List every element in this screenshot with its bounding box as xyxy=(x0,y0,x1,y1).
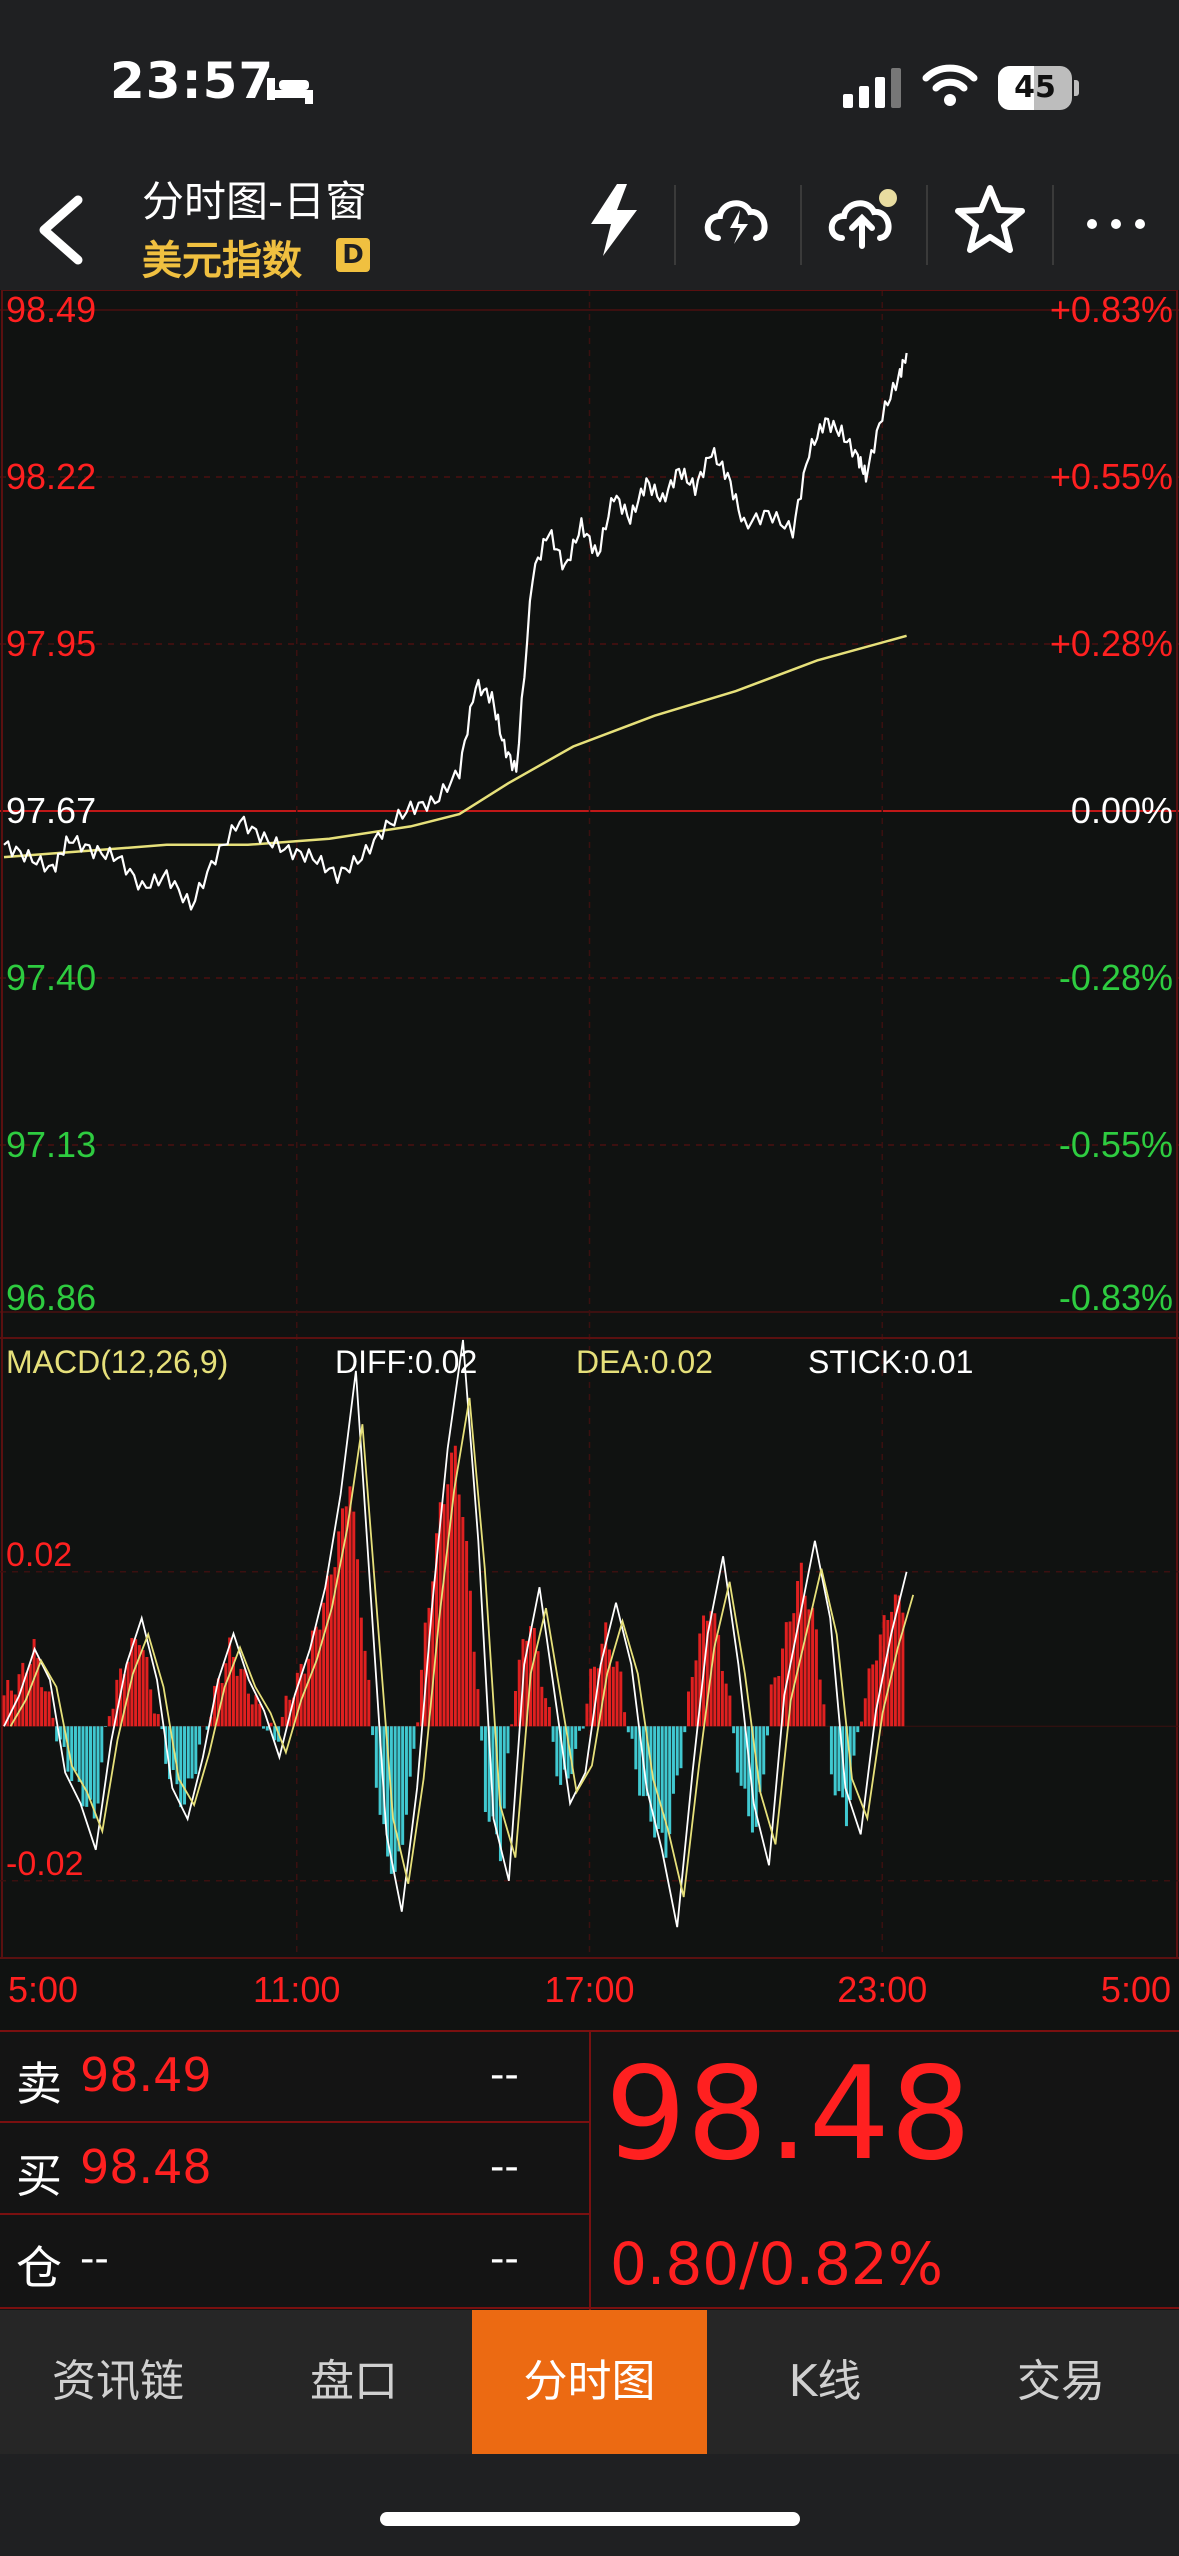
daily-badge: D xyxy=(336,238,370,272)
price-axis-label: 97.95 xyxy=(6,623,96,664)
home-indicator[interactable] xyxy=(380,2512,800,2526)
macd-axis-label: -0.02 xyxy=(6,1845,84,1883)
position-label: 仓 xyxy=(16,2241,62,2295)
macd-header-label: DIFF:0.02 xyxy=(335,1344,477,1380)
page-title: 分时图-日窗 xyxy=(142,177,368,226)
price-axis-label: 98.22 xyxy=(6,456,96,497)
buy-qty: -- xyxy=(490,2144,519,2190)
cloud-sync-icon[interactable] xyxy=(698,180,778,260)
price-change: 0.80/0.82% xyxy=(610,2230,943,2298)
tab-news[interactable]: 资讯链 xyxy=(0,2310,236,2454)
tab-kline[interactable]: K线 xyxy=(707,2310,943,2454)
position-qty: -- xyxy=(490,2236,519,2282)
percent-axis-label: +0.55% xyxy=(1050,456,1173,497)
back-chevron-icon[interactable] xyxy=(30,190,90,270)
time-axis-label: 5:00 xyxy=(1101,1969,1171,2010)
quote-panel: 卖 98.49 -- 买 98.48 -- 仓 -- -- 98.48 0.80… xyxy=(0,2030,1179,2310)
price-axis-label: 98.49 xyxy=(6,290,96,330)
status-time: 23:57 xyxy=(110,52,275,110)
cloud-upload-icon[interactable] xyxy=(822,180,902,260)
sell-price: 98.49 xyxy=(80,2048,212,2102)
percent-axis-label: -0.83% xyxy=(1059,1277,1173,1318)
battery-indicator: 45 xyxy=(998,66,1080,110)
percent-axis-label: +0.83% xyxy=(1050,290,1173,330)
macd-header-label: MACD(12,26,9) xyxy=(6,1344,228,1380)
macd-header-label: DEA:0.02 xyxy=(576,1344,713,1380)
sell-label: 卖 xyxy=(16,2057,62,2111)
time-axis-label: 17:00 xyxy=(544,1969,634,2010)
time-axis-label: 11:00 xyxy=(253,1969,340,2010)
chart-canvas[interactable]: 98.49 +0.83% 98.22 +0.55% 97.95 +0.28% 97.67 0.… xyxy=(0,290,1179,2030)
buy-price: 98.48 xyxy=(80,2140,212,2194)
percent-axis-label: 0.00% xyxy=(1071,790,1173,831)
macd-axis-label: 0.02 xyxy=(6,1536,72,1574)
star-favorite-icon[interactable] xyxy=(950,180,1030,260)
intraday-chart[interactable]: 98.49 +0.83% 98.22 +0.55% 97.95 +0.28% 97.67 0.… xyxy=(0,290,1179,2030)
price-axis-label: 97.67 xyxy=(6,790,96,831)
wifi-icon xyxy=(922,64,978,106)
last-price: 98.48 xyxy=(605,2040,972,2189)
battery-level: 45 xyxy=(1014,70,1056,105)
percent-axis-label: -0.55% xyxy=(1059,1124,1173,1165)
price-axis-label: 97.40 xyxy=(6,957,96,998)
time-axis-label: 23:00 xyxy=(837,1969,927,2010)
buy-label: 买 xyxy=(16,2149,62,2203)
percent-axis-label: -0.28% xyxy=(1059,957,1173,998)
sleep-focus-icon xyxy=(267,78,313,104)
bottom-tab-bar: 资讯链 盘口 分时图 K线 交易 xyxy=(0,2310,1179,2454)
position-value: -- xyxy=(80,2236,109,2282)
instrument-name[interactable]: 美元指数 xyxy=(142,228,302,286)
more-icon[interactable] xyxy=(1076,180,1156,260)
tab-order-book[interactable]: 盘口 xyxy=(236,2310,472,2454)
cellular-signal-icon xyxy=(843,68,901,108)
tab-intraday[interactable]: 分时图 xyxy=(472,2310,707,2454)
tab-trade[interactable]: 交易 xyxy=(943,2310,1179,2454)
macd-header-label: STICK:0.01 xyxy=(808,1344,973,1380)
price-axis-label: 96.86 xyxy=(6,1277,96,1318)
percent-axis-label: +0.28% xyxy=(1050,623,1173,664)
price-axis-label: 97.13 xyxy=(6,1124,96,1165)
lightning-icon[interactable] xyxy=(575,180,655,260)
sell-qty: -- xyxy=(490,2052,519,2098)
time-axis-label: 5:00 xyxy=(8,1969,78,2010)
